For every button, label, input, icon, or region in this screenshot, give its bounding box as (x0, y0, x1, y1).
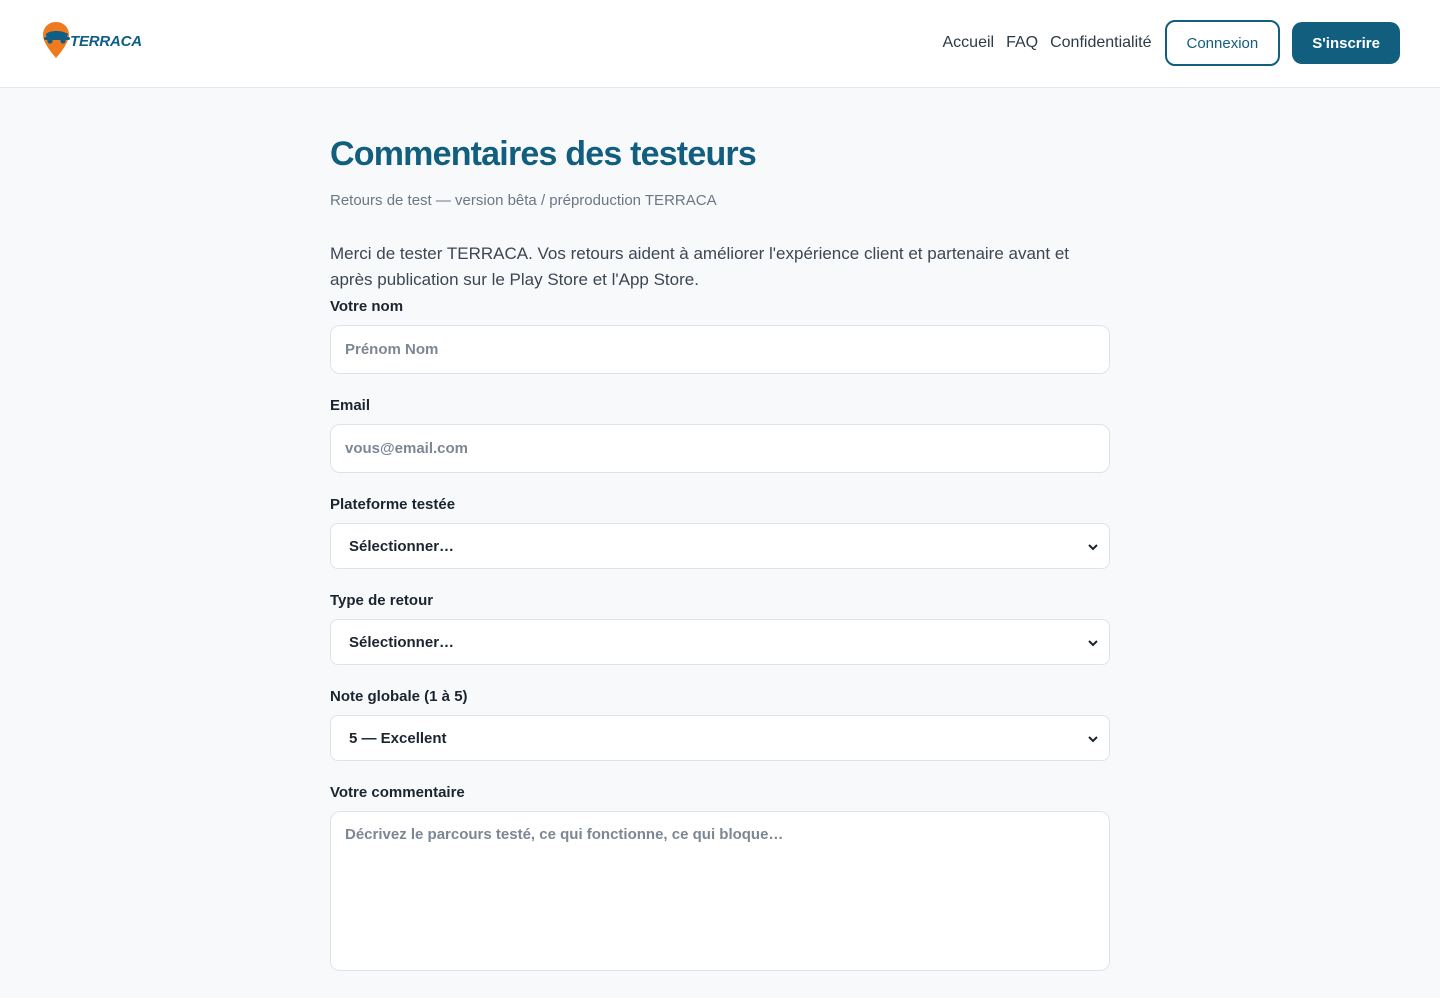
nav-link-confidentialite[interactable]: Confidentialité (1050, 34, 1151, 52)
page-title: Commentaires des testeurs (330, 135, 757, 173)
terraca-logo[interactable]: TERRACA (42, 20, 142, 62)
feedback-type-field-group: Type de retour Sélectionner… (330, 591, 1110, 665)
rating-selected-value: 5 — Excellent (349, 729, 447, 747)
rating-field-group: Note globale (1 à 5) 5 — Excellent (330, 687, 1110, 761)
platform-label: Plateforme testée (330, 496, 456, 513)
page-subtitle: Retours de test — version bêta / préprod… (330, 192, 717, 209)
name-input[interactable] (330, 325, 1110, 374)
logo-wordmark: TERRACA (70, 33, 142, 50)
email-label: Email (330, 397, 371, 414)
feedback-type-label: Type de retour (330, 592, 434, 609)
comment-field-group: Votre commentaire (330, 783, 1110, 976)
site-header: TERRACA Accueil FAQ Confidentialité Conn… (0, 0, 1440, 88)
nav-link-accueil[interactable]: Accueil (943, 34, 995, 52)
feedback-page: Commentaires des testeurs Retours de tes… (330, 88, 1110, 998)
chevron-down-icon (1088, 640, 1098, 647)
nav-link-faq[interactable]: FAQ (1006, 34, 1038, 52)
chevron-down-icon (1088, 544, 1098, 551)
comment-label: Votre commentaire (330, 784, 465, 801)
chevron-down-icon (1088, 736, 1098, 743)
name-field-group: Votre nom (330, 297, 1110, 374)
login-button[interactable]: Connexion (1164, 20, 1281, 66)
feedback-type-selected-value: Sélectionner… (349, 633, 455, 651)
rating-label: Note globale (1 à 5) (330, 688, 468, 705)
intro-text: Merci de tester TERRACA. Vos retours aid… (330, 244, 1070, 289)
rating-select[interactable]: 5 — Excellent (330, 715, 1110, 761)
feedback-type-select[interactable]: Sélectionner… (330, 619, 1110, 665)
comment-textarea[interactable] (330, 811, 1110, 971)
platform-field-group: Plateforme testée Sélectionner… (330, 495, 1110, 569)
platform-select[interactable]: Sélectionner… (330, 523, 1110, 569)
email-input[interactable] (330, 424, 1110, 473)
main-nav: Accueil FAQ Confidentialité Connexion S'… (943, 20, 1400, 66)
signup-button[interactable]: S'inscrire (1292, 22, 1400, 64)
platform-selected-value: Sélectionner… (349, 537, 455, 555)
feedback-form: Votre nom Email Plateforme testée Sélect… (330, 297, 1110, 976)
email-field-group: Email (330, 396, 1110, 473)
name-label: Votre nom (330, 298, 404, 315)
